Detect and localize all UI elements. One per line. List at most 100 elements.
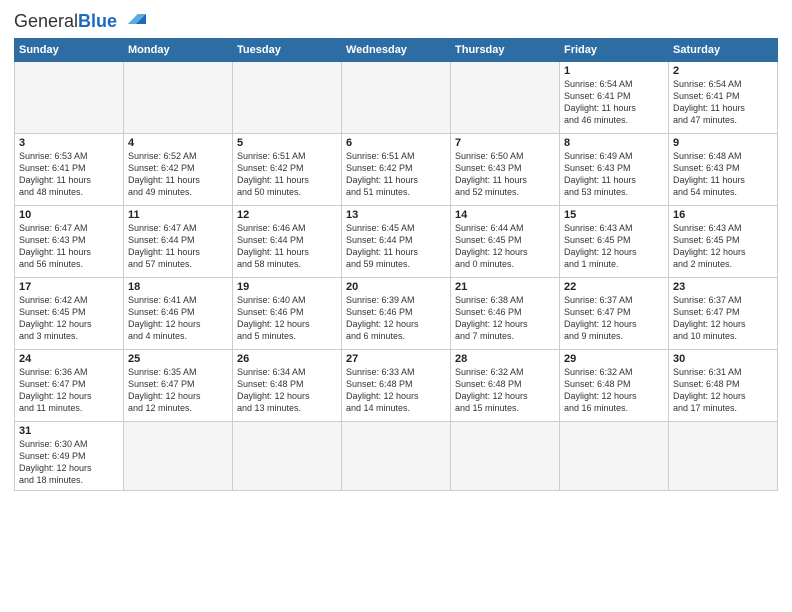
- calendar-cell: 14Sunrise: 6:44 AM Sunset: 6:45 PM Dayli…: [451, 206, 560, 278]
- calendar-cell: 10Sunrise: 6:47 AM Sunset: 6:43 PM Dayli…: [15, 206, 124, 278]
- week-row-3: 17Sunrise: 6:42 AM Sunset: 6:45 PM Dayli…: [15, 278, 778, 350]
- day-number: 9: [673, 137, 773, 149]
- week-row-2: 10Sunrise: 6:47 AM Sunset: 6:43 PM Dayli…: [15, 206, 778, 278]
- day-info: Sunrise: 6:32 AM Sunset: 6:48 PM Dayligh…: [455, 366, 555, 415]
- day-info: Sunrise: 6:51 AM Sunset: 6:42 PM Dayligh…: [237, 150, 337, 199]
- day-info: Sunrise: 6:41 AM Sunset: 6:46 PM Dayligh…: [128, 294, 228, 343]
- calendar-cell: [451, 422, 560, 491]
- day-number: 1: [564, 65, 664, 77]
- day-info: Sunrise: 6:40 AM Sunset: 6:46 PM Dayligh…: [237, 294, 337, 343]
- day-info: Sunrise: 6:48 AM Sunset: 6:43 PM Dayligh…: [673, 150, 773, 199]
- logo: GeneralBlue: [14, 10, 146, 32]
- calendar-cell: 8Sunrise: 6:49 AM Sunset: 6:43 PM Daylig…: [560, 134, 669, 206]
- day-number: 30: [673, 353, 773, 365]
- day-info: Sunrise: 6:47 AM Sunset: 6:43 PM Dayligh…: [19, 222, 119, 271]
- day-info: Sunrise: 6:45 AM Sunset: 6:44 PM Dayligh…: [346, 222, 446, 271]
- calendar-cell: [124, 422, 233, 491]
- calendar-cell: [124, 62, 233, 134]
- day-number: 31: [19, 425, 119, 437]
- logo-general: General: [14, 11, 78, 31]
- day-number: 6: [346, 137, 446, 149]
- calendar-cell: 13Sunrise: 6:45 AM Sunset: 6:44 PM Dayli…: [342, 206, 451, 278]
- calendar-cell: 26Sunrise: 6:34 AM Sunset: 6:48 PM Dayli…: [233, 350, 342, 422]
- day-info: Sunrise: 6:51 AM Sunset: 6:42 PM Dayligh…: [346, 150, 446, 199]
- calendar-cell: 2Sunrise: 6:54 AM Sunset: 6:41 PM Daylig…: [669, 62, 778, 134]
- weekday-header-thursday: Thursday: [451, 39, 560, 62]
- week-row-0: 1 Sunrise: 6:54 AM Sunset: 6:41 PM Daylig…: [15, 62, 778, 134]
- calendar-cell: 23Sunrise: 6:37 AM Sunset: 6:47 PM Dayli…: [669, 278, 778, 350]
- calendar-cell: 28Sunrise: 6:32 AM Sunset: 6:48 PM Dayli…: [451, 350, 560, 422]
- weekday-header-wednesday: Wednesday: [342, 39, 451, 62]
- calendar-cell: 9Sunrise: 6:48 AM Sunset: 6:43 PM Daylig…: [669, 134, 778, 206]
- day-info: Sunrise: 6:33 AM Sunset: 6:48 PM Dayligh…: [346, 366, 446, 415]
- day-number: 5: [237, 137, 337, 149]
- day-number: 7: [455, 137, 555, 149]
- day-number: 19: [237, 281, 337, 293]
- day-number: 2: [673, 65, 773, 77]
- weekday-header-saturday: Saturday: [669, 39, 778, 62]
- calendar-cell: 25Sunrise: 6:35 AM Sunset: 6:47 PM Dayli…: [124, 350, 233, 422]
- calendar-cell: 3Sunrise: 6:53 AM Sunset: 6:41 PM Daylig…: [15, 134, 124, 206]
- day-number: 25: [128, 353, 228, 365]
- calendar-cell: 24Sunrise: 6:36 AM Sunset: 6:47 PM Dayli…: [15, 350, 124, 422]
- weekday-header-tuesday: Tuesday: [233, 39, 342, 62]
- calendar-cell: 11Sunrise: 6:47 AM Sunset: 6:44 PM Dayli…: [124, 206, 233, 278]
- calendar-cell: [342, 422, 451, 491]
- day-info: Sunrise: 6:38 AM Sunset: 6:46 PM Dayligh…: [455, 294, 555, 343]
- day-info: Sunrise: 6:49 AM Sunset: 6:43 PM Dayligh…: [564, 150, 664, 199]
- day-number: 12: [237, 209, 337, 221]
- calendar-cell: [15, 62, 124, 134]
- day-number: 8: [564, 137, 664, 149]
- day-number: 20: [346, 281, 446, 293]
- calendar-cell: 1Sunrise: 6:54 AM Sunset: 6:41 PM Daylig…: [560, 62, 669, 134]
- day-number: 21: [455, 281, 555, 293]
- calendar-cell: 5Sunrise: 6:51 AM Sunset: 6:42 PM Daylig…: [233, 134, 342, 206]
- day-info: Sunrise: 6:54 AM Sunset: 6:41 PM Dayligh…: [673, 78, 773, 127]
- day-info: Sunrise: 6:32 AM Sunset: 6:48 PM Dayligh…: [564, 366, 664, 415]
- calendar-cell: [233, 62, 342, 134]
- day-info: Sunrise: 6:52 AM Sunset: 6:42 PM Dayligh…: [128, 150, 228, 199]
- calendar-cell: [233, 422, 342, 491]
- day-number: 22: [564, 281, 664, 293]
- calendar-cell: [560, 422, 669, 491]
- day-number: 15: [564, 209, 664, 221]
- calendar-cell: 21Sunrise: 6:38 AM Sunset: 6:46 PM Dayli…: [451, 278, 560, 350]
- day-info: Sunrise: 6:46 AM Sunset: 6:44 PM Dayligh…: [237, 222, 337, 271]
- day-number: 4: [128, 137, 228, 149]
- calendar-cell: [451, 62, 560, 134]
- calendar-cell: [342, 62, 451, 134]
- weekday-header-monday: Monday: [124, 39, 233, 62]
- day-info: Sunrise: 6:35 AM Sunset: 6:47 PM Dayligh…: [128, 366, 228, 415]
- weekday-header-friday: Friday: [560, 39, 669, 62]
- calendar-cell: 31Sunrise: 6:30 AM Sunset: 6:49 PM Dayli…: [15, 422, 124, 491]
- calendar-cell: 7Sunrise: 6:50 AM Sunset: 6:43 PM Daylig…: [451, 134, 560, 206]
- page: GeneralBlue SundayMondayTuesdayWednesday…: [0, 0, 792, 612]
- day-number: 3: [19, 137, 119, 149]
- day-info: Sunrise: 6:34 AM Sunset: 6:48 PM Dayligh…: [237, 366, 337, 415]
- calendar-cell: 22Sunrise: 6:37 AM Sunset: 6:47 PM Dayli…: [560, 278, 669, 350]
- calendar-cell: 15Sunrise: 6:43 AM Sunset: 6:45 PM Dayli…: [560, 206, 669, 278]
- day-info: Sunrise: 6:39 AM Sunset: 6:46 PM Dayligh…: [346, 294, 446, 343]
- calendar-cell: 30Sunrise: 6:31 AM Sunset: 6:48 PM Dayli…: [669, 350, 778, 422]
- day-number: 24: [19, 353, 119, 365]
- day-number: 27: [346, 353, 446, 365]
- week-row-5: 31Sunrise: 6:30 AM Sunset: 6:49 PM Dayli…: [15, 422, 778, 491]
- day-info: Sunrise: 6:43 AM Sunset: 6:45 PM Dayligh…: [673, 222, 773, 271]
- calendar-cell: [669, 422, 778, 491]
- day-number: 17: [19, 281, 119, 293]
- day-info: Sunrise: 6:43 AM Sunset: 6:45 PM Dayligh…: [564, 222, 664, 271]
- day-info: Sunrise: 6:42 AM Sunset: 6:45 PM Dayligh…: [19, 294, 119, 343]
- calendar-cell: 16Sunrise: 6:43 AM Sunset: 6:45 PM Dayli…: [669, 206, 778, 278]
- weekday-header-sunday: Sunday: [15, 39, 124, 62]
- day-number: 29: [564, 353, 664, 365]
- calendar-cell: 12Sunrise: 6:46 AM Sunset: 6:44 PM Dayli…: [233, 206, 342, 278]
- day-number: 11: [128, 209, 228, 221]
- calendar-cell: 27Sunrise: 6:33 AM Sunset: 6:48 PM Dayli…: [342, 350, 451, 422]
- logo-text: GeneralBlue: [14, 12, 117, 30]
- calendar-cell: 19Sunrise: 6:40 AM Sunset: 6:46 PM Dayli…: [233, 278, 342, 350]
- calendar-cell: 20Sunrise: 6:39 AM Sunset: 6:46 PM Dayli…: [342, 278, 451, 350]
- calendar: SundayMondayTuesdayWednesdayThursdayFrid…: [14, 38, 778, 491]
- logo-blue: Blue: [78, 11, 117, 31]
- day-info: Sunrise: 6:50 AM Sunset: 6:43 PM Dayligh…: [455, 150, 555, 199]
- day-info: Sunrise: 6:37 AM Sunset: 6:47 PM Dayligh…: [564, 294, 664, 343]
